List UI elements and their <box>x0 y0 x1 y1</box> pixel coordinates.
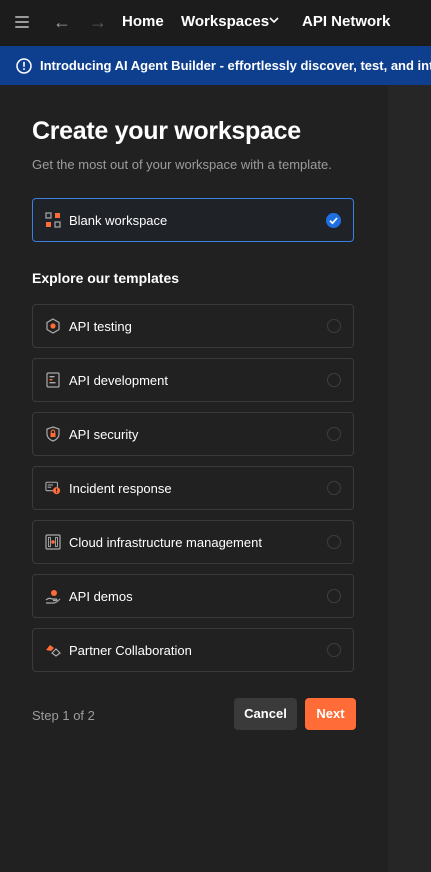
nav-home-link[interactable]: Home <box>122 13 164 30</box>
nav-workspaces-menu[interactable]: Workspaces <box>181 13 269 30</box>
page-title: Create your workspace <box>32 117 301 145</box>
background-area <box>388 85 431 872</box>
template-radio[interactable] <box>327 589 341 603</box>
blank-workspace-label: Blank workspace <box>69 213 168 228</box>
blank-workspace-option[interactable]: Blank workspace <box>32 198 354 242</box>
template-radio[interactable] <box>327 319 341 333</box>
template-option-api-security[interactable]: API security <box>32 412 354 456</box>
template-label: Incident response <box>69 481 172 496</box>
server-grid-icon <box>45 534 61 550</box>
template-label: Partner Collaboration <box>69 643 192 658</box>
handshake-icon <box>46 645 61 657</box>
template-label: API testing <box>69 319 132 334</box>
template-option-cloud-infrastructure[interactable]: Cloud infrastructure management <box>32 520 354 564</box>
cancel-button[interactable]: Cancel <box>234 698 297 730</box>
template-radio[interactable] <box>327 535 341 549</box>
back-arrow-icon[interactable]: ← <box>53 12 71 32</box>
template-radio[interactable] <box>327 373 341 387</box>
selected-check-icon <box>326 213 341 228</box>
top-nav-bar: ← → Home Workspaces API Network <box>0 0 431 44</box>
template-label: API security <box>69 427 139 442</box>
announcement-banner[interactable]: Introducing AI Agent Builder - effortles… <box>0 46 431 85</box>
template-label: API development <box>69 373 169 388</box>
template-label: Cloud infrastructure management <box>69 535 262 550</box>
document-code-icon <box>46 372 60 388</box>
next-button[interactable]: Next <box>305 698 356 730</box>
hand-api-icon <box>45 590 61 604</box>
templates-heading: Explore our templates <box>32 270 180 286</box>
blank-grid-icon <box>45 212 61 228</box>
banner-text: Introducing AI Agent Builder - effortles… <box>40 58 431 73</box>
template-radio[interactable] <box>327 643 341 657</box>
template-option-partner-collaboration[interactable]: Partner Collaboration <box>32 628 354 672</box>
page-subtitle: Get the most out of your workspace with … <box>32 157 332 172</box>
shield-lock-icon <box>46 426 60 442</box>
nav-api-network-link[interactable]: API Network <box>302 13 390 30</box>
template-option-incident-response[interactable]: Incident response <box>32 466 354 510</box>
template-option-api-demos[interactable]: API demos <box>32 574 354 618</box>
monitor-alert-icon <box>45 481 61 495</box>
info-alert-icon <box>16 58 32 74</box>
template-option-api-development[interactable]: API development <box>32 358 354 402</box>
template-radio[interactable] <box>327 427 341 441</box>
forward-arrow-icon[interactable]: → <box>89 12 107 32</box>
hamburger-menu-icon[interactable] <box>15 16 29 28</box>
hexagon-gear-icon <box>46 318 60 334</box>
step-indicator: Step 1 of 2 <box>32 708 95 723</box>
template-radio[interactable] <box>327 481 341 495</box>
template-label: API demos <box>69 589 133 604</box>
chevron-down-icon[interactable] <box>268 13 280 27</box>
template-option-api-testing[interactable]: API testing <box>32 304 354 348</box>
